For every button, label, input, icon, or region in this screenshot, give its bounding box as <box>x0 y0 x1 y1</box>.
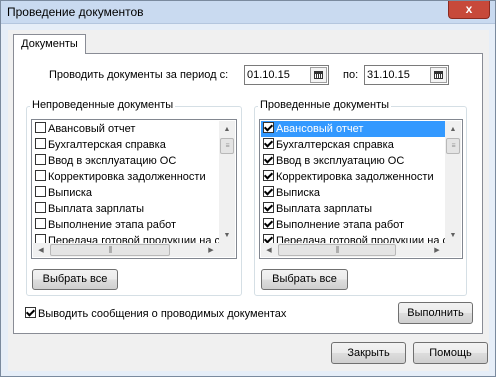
unposted-documents-list[interactable]: Авансовый отчет Бухгалтерская справка Вв… <box>31 119 237 259</box>
checkbox-icon[interactable] <box>35 202 46 213</box>
list-item-label: Корректировка задолженности <box>48 171 206 183</box>
list-item-label: Ввод в эксплуатацию ОС <box>276 155 405 167</box>
scroll-up-arrow-icon[interactable]: ▲ <box>445 121 461 137</box>
list-item[interactable]: Корректировка задолженности <box>261 169 445 185</box>
list-item-label: Бухгалтерская справка <box>48 139 166 151</box>
list-item-label: Авансовый отчет <box>276 123 364 135</box>
close-window-button[interactable]: x <box>448 1 490 19</box>
messages-option-label: Выводить сообщения о проводимых документ… <box>38 308 287 320</box>
calendar-icon <box>314 71 323 79</box>
scrollbar-thumb[interactable]: ≡ <box>220 138 234 154</box>
scroll-corner <box>219 243 235 257</box>
unposted-documents-title: Непроведенные документы <box>30 99 176 111</box>
date-to-value: 31.10.15 <box>367 69 410 81</box>
close-button[interactable]: Закрыть <box>331 342 406 364</box>
vertical-scrollbar[interactable]: ▲ ≡ ▼ <box>445 121 461 243</box>
posted-documents-title: Проведенные документы <box>258 99 392 111</box>
scroll-up-arrow-icon[interactable]: ▲ <box>219 121 235 137</box>
unposted-select-all-button[interactable]: Выбрать все <box>32 269 118 290</box>
checkbox-checked-icon[interactable] <box>263 186 274 197</box>
tab-documents[interactable]: Документы <box>13 34 86 54</box>
list-item[interactable]: Ввод в эксплуатацию ОС <box>261 153 445 169</box>
list-item-label: Выполнение этапа работ <box>276 219 405 231</box>
list-item-label: Корректировка задолженности <box>276 171 434 183</box>
period-to-label: по: <box>343 69 359 81</box>
checkbox-icon[interactable] <box>35 138 46 149</box>
vertical-scrollbar[interactable]: ▲ ≡ ▼ <box>219 121 235 243</box>
scroll-right-arrow-icon[interactable]: ▶ <box>203 242 219 258</box>
checkbox-checked-icon[interactable] <box>263 122 274 133</box>
checkbox-icon[interactable] <box>35 122 46 133</box>
scrollbar-thumb[interactable]: ≡ <box>446 138 460 154</box>
list-item[interactable]: Бухгалтерская справка <box>33 137 219 153</box>
scrollbar-thumb[interactable]: ||| <box>278 244 396 256</box>
list-item-label: Авансовый отчет <box>48 123 136 135</box>
title-bar[interactable]: Проведение документов x <box>1 1 495 24</box>
list-item-label: Выплата зарплаты <box>48 203 145 215</box>
list-item[interactable]: Выплата зарплаты <box>33 201 219 217</box>
list-item-selected[interactable]: Авансовый отчет <box>261 121 445 137</box>
list-item[interactable]: Бухгалтерская справка <box>261 137 445 153</box>
messages-option[interactable]: Выводить сообщения о проводимых документ… <box>25 307 286 320</box>
window-title: Проведение документов <box>7 5 144 19</box>
list-item-label: Бухгалтерская справка <box>276 139 394 151</box>
list-item-label: Ввод в эксплуатацию ОС <box>48 155 177 167</box>
checkbox-icon[interactable] <box>35 154 46 165</box>
calendar-icon <box>434 71 443 79</box>
scroll-down-arrow-icon[interactable]: ▼ <box>219 227 235 243</box>
posted-select-all-button[interactable]: Выбрать все <box>261 269 348 290</box>
checkbox-checked-icon[interactable] <box>25 307 36 318</box>
list-item[interactable]: Выполнение этапа работ <box>33 217 219 233</box>
date-to-field[interactable]: 31.10.15 <box>364 65 449 85</box>
date-from-calendar-button[interactable] <box>310 67 327 83</box>
checkbox-checked-icon[interactable] <box>263 202 274 213</box>
checkbox-checked-icon[interactable] <box>263 154 274 165</box>
scroll-right-arrow-icon[interactable]: ▶ <box>429 242 445 258</box>
period-label: Проводить документы за период с: <box>49 69 229 81</box>
list-item[interactable]: Авансовый отчет <box>33 121 219 137</box>
scroll-left-arrow-icon[interactable]: ◀ <box>261 242 277 258</box>
scroll-corner <box>445 243 461 257</box>
checkbox-checked-icon[interactable] <box>263 138 274 149</box>
list-item[interactable]: Ввод в эксплуатацию ОС <box>33 153 219 169</box>
list-item-label: Выписка <box>276 187 321 199</box>
checkbox-icon[interactable] <box>35 186 46 197</box>
scrollbar-thumb[interactable]: ||| <box>50 244 170 256</box>
scroll-left-arrow-icon[interactable]: ◀ <box>33 242 49 258</box>
scroll-down-arrow-icon[interactable]: ▼ <box>445 227 461 243</box>
date-to-calendar-button[interactable] <box>430 67 447 83</box>
list-item[interactable]: Выполнение этапа работ <box>261 217 445 233</box>
list-item[interactable]: Корректировка задолженности <box>33 169 219 185</box>
list-item[interactable]: Выписка <box>33 185 219 201</box>
list-item[interactable]: Выписка <box>261 185 445 201</box>
tab-label: Документы <box>21 38 78 50</box>
horizontal-scrollbar[interactable]: ◀ ||| ▶ <box>261 243 445 257</box>
checkbox-checked-icon[interactable] <box>263 218 274 229</box>
date-from-value: 01.10.15 <box>247 69 290 81</box>
list-item-label: Выполнение этапа работ <box>48 219 177 231</box>
list-item[interactable]: Выплата зарплаты <box>261 201 445 217</box>
list-item-label: Выписка <box>48 187 93 199</box>
posted-documents-list[interactable]: Авансовый отчет Бухгалтерская справка Вв… <box>259 119 463 259</box>
horizontal-scrollbar[interactable]: ◀ ||| ▶ <box>33 243 219 257</box>
date-from-field[interactable]: 01.10.15 <box>244 65 329 85</box>
help-button[interactable]: Помощь <box>413 342 488 364</box>
checkbox-checked-icon[interactable] <box>263 170 274 181</box>
close-icon: x <box>465 2 473 16</box>
checkbox-icon[interactable] <box>35 218 46 229</box>
checkbox-icon[interactable] <box>35 170 46 181</box>
run-button[interactable]: Выполнить <box>398 302 473 324</box>
list-item-label: Выплата зарплаты <box>276 203 373 215</box>
